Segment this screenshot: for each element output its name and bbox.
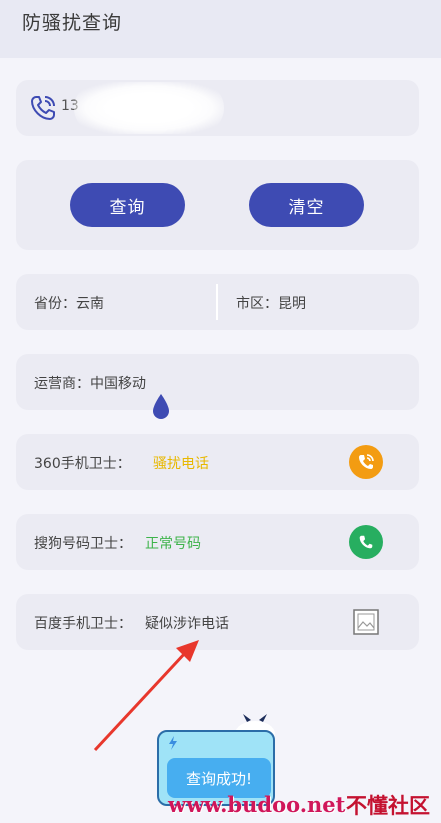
- green-phone-icon[interactable]: [349, 525, 383, 559]
- guard-row-baidu: 百度手机卫士： 疑似涉诈电话: [16, 594, 419, 650]
- carrier-card: 运营商：中国移动: [16, 354, 419, 419]
- guard-name: 360手机卫士：: [34, 456, 131, 472]
- lightning-icon: [169, 736, 177, 750]
- app-header: 防骚扰查询: [0, 0, 441, 58]
- page-title: 防骚扰查询: [22, 12, 123, 34]
- phone-input-card[interactable]: 13: [16, 80, 419, 136]
- guard-name: 搜狗号码卫士：: [34, 536, 132, 552]
- guard-row-sogou: 搜狗号码卫士： 正常号码: [16, 514, 419, 570]
- action-buttons-card: 查询 清空: [16, 160, 419, 250]
- region-card: 省份：云南 市区：昆明: [16, 274, 419, 330]
- query-button[interactable]: 查询: [70, 183, 185, 227]
- divider: [216, 284, 218, 320]
- drop-cursor-icon: [153, 394, 169, 419]
- city-label: 市区：昆明: [236, 296, 306, 312]
- guard-result: 骚扰电话: [153, 456, 209, 472]
- guard-name: 百度手机卫士：: [34, 616, 132, 632]
- redaction-blur: [74, 82, 224, 134]
- guard-result: 正常号码: [145, 536, 201, 552]
- guard-row-360: 360手机卫士： 骚扰电话: [16, 434, 419, 490]
- guard-result: 疑似涉诈电话: [145, 616, 229, 632]
- clear-button[interactable]: 清空: [249, 183, 364, 227]
- phone-icon: [31, 96, 55, 120]
- carrier-label: 运营商：中国移动: [34, 376, 146, 392]
- watermark-url: www.budoo.net: [168, 792, 346, 817]
- image-icon[interactable]: [353, 609, 379, 635]
- orange-phone-icon[interactable]: [349, 445, 383, 479]
- watermark-brand: 不懂社区: [346, 794, 430, 818]
- province-label: 省份：云南: [34, 296, 104, 312]
